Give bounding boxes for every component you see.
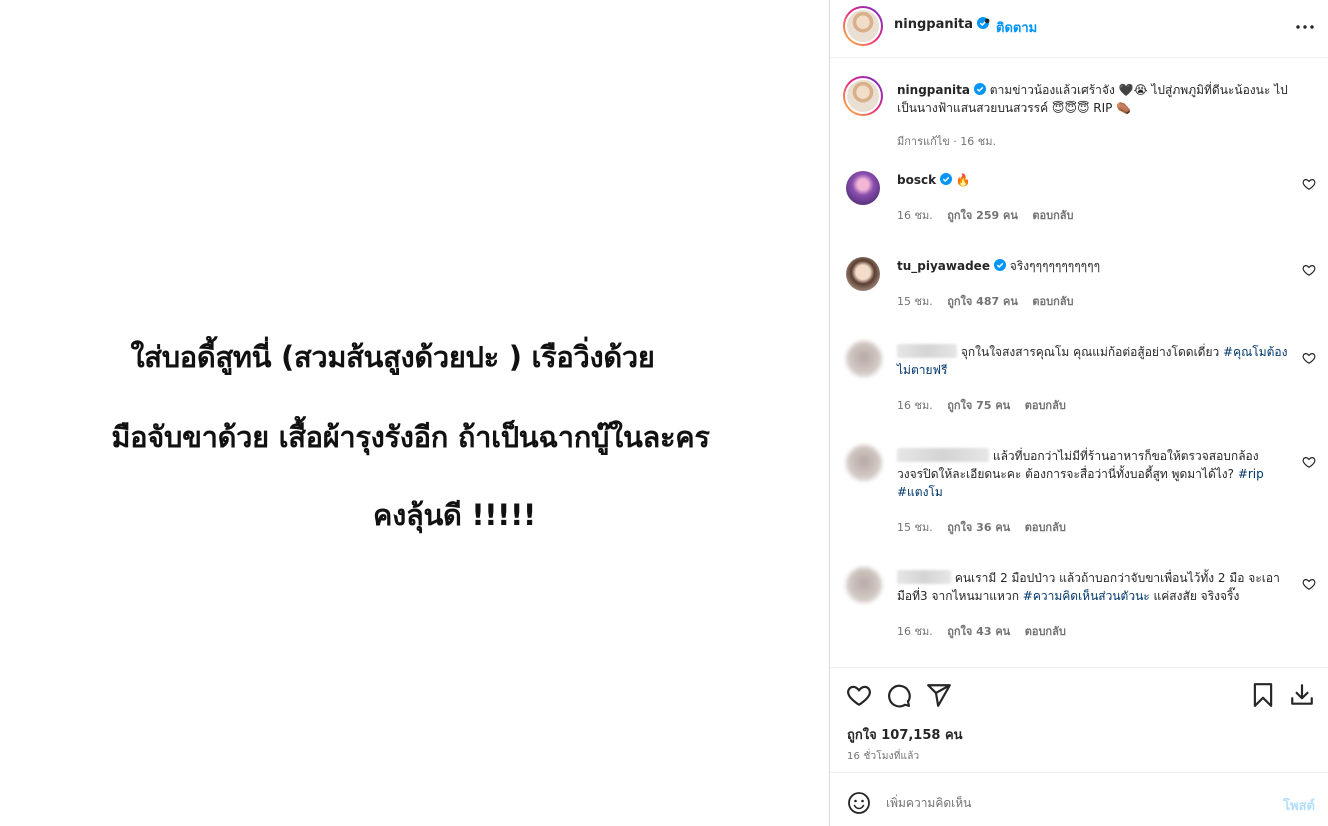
more-options-button[interactable] <box>1293 15 1317 39</box>
post-actions: ถูกใจ 107,158 คน 16 ชั่วโมงที่แล้ว โพสต์ <box>830 667 1328 826</box>
heart-icon[interactable] <box>1302 351 1316 365</box>
comment-body: จุกในใจสงสารคุณโม คุณแม่ก้อต่อสู้อย่างโด… <box>960 345 1224 359</box>
post-side-panel: ningpanita • ติดตาม ningpanita ตามข่าวน้… <box>829 0 1328 826</box>
verified-icon <box>993 259 1006 271</box>
comment-text: bosck 🔥 <box>897 171 1292 189</box>
caption-text: ningpanita ตามข่าวน้องแล้วเศร้าจัง 🖤😭 ไป… <box>897 81 1307 117</box>
comment-body: จริงๆๆๆๆๆๆๆๆๆๆๆ <box>1009 259 1101 273</box>
commenter-avatar[interactable] <box>846 445 882 481</box>
reply-button[interactable]: ตอบกลับ <box>1025 521 1066 534</box>
post-image[interactable]: ใส่บอดี้สูทนี่ (สวมส้นสูงด้วยปะ ) เรือวิ… <box>0 0 829 826</box>
comment-meta: 16 ชม. ถูกใจ 43 คน ตอบกลับ <box>897 622 1077 640</box>
reply-button[interactable]: ตอบกลับ <box>1025 399 1066 412</box>
comment-text: แล้วที่บอกว่าไม่มีที่ร้านอาหารก็ขอให้ตรว… <box>897 447 1292 501</box>
comment-time[interactable]: 16 ชม. <box>897 209 933 222</box>
share-icon[interactable] <box>926 682 952 708</box>
comment-meta: 16 ชม. ถูกใจ 259 คน ตอบกลับ <box>897 206 1084 224</box>
comment-likes[interactable]: ถูกใจ 75 คน <box>947 399 1010 412</box>
comment-likes[interactable]: ถูกใจ 487 คน <box>947 295 1018 308</box>
comment-icon[interactable] <box>886 682 912 708</box>
hashtag-link[interactable]: #rip <box>1238 467 1264 481</box>
commenter-username[interactable]: tu_piyawadee <box>897 259 990 273</box>
hashtag-link[interactable]: #แตงโม <box>897 485 943 499</box>
commenter-username[interactable]: bosck <box>897 173 936 187</box>
post-comment-button[interactable]: โพสต์ <box>1283 795 1315 816</box>
header-separator: • <box>983 15 992 30</box>
like-heart-icon[interactable] <box>846 682 872 708</box>
author-avatar[interactable] <box>843 6 883 46</box>
comment-likes[interactable]: ถูกใจ 43 คน <box>947 625 1010 638</box>
heart-icon[interactable] <box>1302 455 1316 469</box>
likes-count[interactable]: ถูกใจ 107,158 คน <box>847 724 963 745</box>
comment-body-end: แค่สงสัย จริงจริ๊ง <box>1149 589 1240 603</box>
reply-button[interactable]: ตอบกลับ <box>1032 209 1073 222</box>
more-icon <box>1296 25 1314 29</box>
verified-icon <box>973 83 986 95</box>
download-icon[interactable] <box>1289 682 1315 708</box>
comment-time[interactable]: 15 ชม. <box>897 295 933 308</box>
image-text-line-1: ใส่บอดี้สูทนี่ (สวมส้นสูงด้วยปะ ) เรือวิ… <box>130 340 655 374</box>
commenter-avatar[interactable] <box>846 171 880 205</box>
comment-meta: 15 ชม. ถูกใจ 487 คน ตอบกลับ <box>897 292 1084 310</box>
emoji-icon[interactable] <box>847 791 871 815</box>
commenter-avatar[interactable] <box>846 341 882 377</box>
comment-text: tu_piyawadee จริงๆๆๆๆๆๆๆๆๆๆๆ <box>897 257 1292 275</box>
heart-icon[interactable] <box>1302 577 1316 591</box>
reply-button[interactable]: ตอบกลับ <box>1032 295 1073 308</box>
comment-time[interactable]: 15 ชม. <box>897 521 933 534</box>
comment-likes[interactable]: ถูกใจ 259 คน <box>947 209 1018 222</box>
post-header: ningpanita • ติดตาม <box>830 0 1328 58</box>
commenter-avatar[interactable] <box>846 257 880 291</box>
image-text-line-2: มือจับขาด้วย เสื้อผ้ารุงรังอีก ถ้าเป็นฉา… <box>111 420 710 454</box>
comment-text: จุกในใจสงสารคุณโม คุณแม่ก้อต่อสู้อย่างโด… <box>897 343 1292 379</box>
comment-time[interactable]: 16 ชม. <box>897 399 933 412</box>
author-username-text[interactable]: ningpanita <box>894 17 973 32</box>
image-text-line-3: คงลุ้นดี !!!!! <box>373 498 536 532</box>
comment-likes[interactable]: ถูกใจ 36 คน <box>947 521 1010 534</box>
bookmark-icon[interactable] <box>1250 682 1276 708</box>
caption-avatar[interactable] <box>843 76 883 116</box>
commenter-avatar[interactable] <box>846 567 882 603</box>
post-time[interactable]: 16 ชั่วโมงที่แล้ว <box>847 749 919 764</box>
redacted-username <box>897 570 951 584</box>
comment-composer: โพสต์ <box>830 772 1328 826</box>
comment-meta: 15 ชม. ถูกใจ 36 คน ตอบกลับ <box>897 518 1077 536</box>
redacted-username <box>897 344 957 358</box>
redacted-username <box>897 448 989 462</box>
comment-text: คนเรามี 2 มือปป่าว แล้วถ้าบอกว่าจับขาเพื… <box>897 569 1292 605</box>
comment-input[interactable] <box>886 789 1256 817</box>
comment-meta: 16 ชม. ถูกใจ 75 คน ตอบกลับ <box>897 396 1077 414</box>
follow-button[interactable]: ติดตาม <box>996 17 1037 38</box>
heart-icon[interactable] <box>1302 263 1316 277</box>
hashtag-link[interactable]: #ความคิดเห็นส่วนตัวนะ <box>1023 589 1150 603</box>
comment-time[interactable]: 16 ชม. <box>897 625 933 638</box>
caption-username[interactable]: ningpanita <box>897 83 970 97</box>
author-username[interactable]: ningpanita <box>894 17 990 32</box>
reply-button[interactable]: ตอบกลับ <box>1025 625 1066 638</box>
verified-icon <box>940 173 953 185</box>
caption-meta: มีการแก้ไข · 16 ชม. <box>897 135 996 148</box>
comment-body: 🔥 <box>955 173 971 187</box>
heart-icon[interactable] <box>1302 177 1316 191</box>
